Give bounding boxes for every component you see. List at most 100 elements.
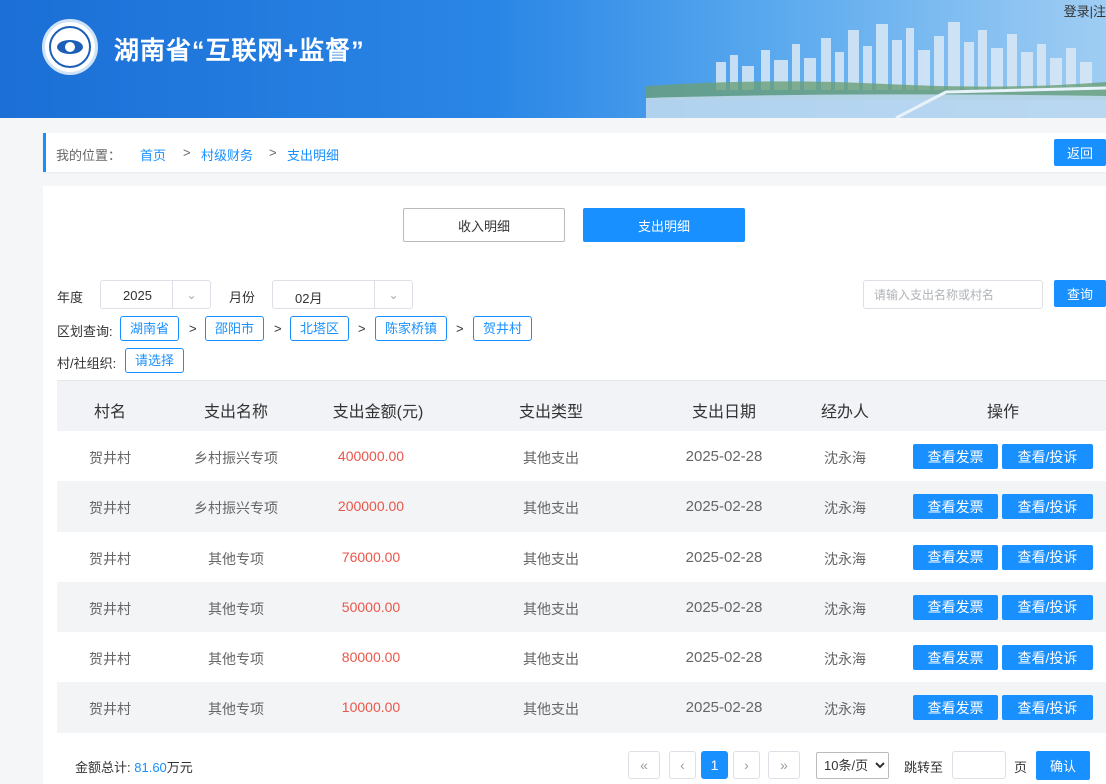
page-unit-label: 页 — [1014, 760, 1028, 775]
org-label: 村/社组织: — [57, 356, 117, 371]
eye-icon — [57, 40, 83, 54]
cell-date: 2025-02-28 — [685, 498, 763, 516]
next-page-button[interactable]: › — [733, 751, 760, 779]
view-complain-button[interactable]: 查看/投诉 — [1002, 544, 1093, 570]
view-invoice-button[interactable]: 查看发票 — [913, 444, 998, 469]
last-page-button[interactable]: » — [768, 751, 800, 779]
table-row: 贺井村 其他专项 50000.00 其他支出 2025-02-28 沈永海 查看… — [57, 581, 1106, 633]
cell-type: 其他支出 — [523, 651, 579, 668]
cell-village: 贺井村 — [89, 600, 131, 617]
cell-handler: 沈永海 — [824, 550, 866, 567]
page-size-select[interactable]: 10条/页 — [816, 752, 889, 779]
cell-village: 贺井村 — [89, 500, 131, 517]
search-input[interactable] — [863, 280, 1043, 309]
back-button[interactable]: 返回 — [1054, 139, 1106, 166]
cell-village: 贺井村 — [89, 550, 131, 567]
view-invoice-button[interactable]: 查看发票 — [913, 544, 998, 570]
region-city[interactable]: 邵阳市 — [205, 316, 265, 341]
confirm-jump-button[interactable]: 确认 — [1036, 751, 1090, 780]
year-value: 2025 — [123, 288, 152, 303]
chevron-down-icon: ⌄ — [172, 281, 210, 308]
breadcrumb-expense-detail[interactable]: 支出明细 — [287, 145, 339, 164]
view-complain-button[interactable]: 查看/投诉 — [1002, 494, 1093, 520]
site-header: 湖南省“互联网+监督” 登录|注 — [0, 0, 1106, 118]
cell-village: 贺井村 — [89, 701, 131, 718]
view-invoice-button[interactable]: 查看发票 — [913, 645, 998, 671]
month-select[interactable]: 02月 ⌄ — [272, 280, 413, 309]
region-separator: > — [456, 321, 464, 336]
cell-handler: 沈永海 — [824, 450, 866, 466]
first-page-button[interactable]: « — [628, 751, 660, 779]
cell-handler: 沈永海 — [824, 701, 866, 718]
expense-table: 村名 支出名称 支出金额(元) 支出类型 支出日期 经办人 操作 贺井村 乡村振… — [57, 380, 1106, 733]
chevron-down-icon: ⌄ — [374, 281, 412, 308]
region-province[interactable]: 湖南省 — [120, 316, 180, 341]
cell-type: 其他支出 — [523, 500, 579, 517]
page-1-button[interactable]: 1 — [701, 751, 728, 779]
total-label: 金额总计: — [75, 760, 131, 775]
cell-amount: 50000.00 — [341, 598, 401, 615]
view-invoice-button[interactable]: 查看发票 — [913, 594, 998, 620]
region-separator: > — [189, 321, 197, 336]
region-separator: > — [358, 321, 366, 336]
year-select[interactable]: 2025 ⌄ — [100, 280, 211, 309]
org-select-button[interactable]: 请选择 — [125, 348, 185, 373]
cell-amount: 76000.00 — [341, 548, 401, 565]
cell-type: 其他支出 — [523, 550, 579, 567]
view-complain-button[interactable]: 查看/投诉 — [1002, 444, 1093, 469]
jump-label: 跳转至 — [904, 760, 944, 775]
tab-income-detail[interactable]: 收入明细 — [403, 208, 565, 242]
region-district[interactable]: 北塔区 — [290, 316, 350, 341]
region-town[interactable]: 陈家桥镇 — [375, 316, 448, 341]
view-complain-button[interactable]: 查看/投诉 — [1002, 645, 1093, 671]
table-row: 贺井村 其他专项 10000.00 其他支出 2025-02-28 沈永海 查看… — [57, 682, 1106, 733]
view-invoice-button[interactable]: 查看发票 — [913, 695, 998, 721]
cell-amount: 200000.00 — [337, 498, 405, 515]
cell-amount: 10000.00 — [341, 699, 401, 716]
login-link[interactable]: 登录|注 — [1064, 1, 1106, 20]
breadcrumb-separator: > — [269, 145, 277, 160]
jump-page-input[interactable] — [952, 751, 1006, 779]
tab-expense-detail[interactable]: 支出明细 — [583, 208, 745, 242]
city-skyline-image — [646, 22, 1106, 118]
cell-expense-name: 其他专项 — [208, 550, 264, 567]
column-header-expense-name: 支出名称 — [203, 404, 269, 421]
view-complain-button[interactable]: 查看/投诉 — [1002, 594, 1093, 620]
breadcrumb-separator: > — [183, 145, 191, 160]
cell-date: 2025-02-28 — [685, 448, 763, 465]
month-value: 02月 — [295, 291, 323, 306]
cell-expense-name: 乡村振兴专项 — [194, 450, 278, 466]
cell-expense-name: 其他专项 — [208, 701, 264, 718]
table-row: 贺井村 其他专项 80000.00 其他支出 2025-02-28 沈永海 查看… — [57, 632, 1106, 683]
table-row: 贺井村 其他专项 76000.00 其他支出 2025-02-28 沈永海 查看… — [57, 531, 1106, 582]
cell-date: 2025-02-28 — [685, 699, 763, 717]
cell-amount: 80000.00 — [341, 649, 401, 666]
region-label: 区划查询: — [57, 324, 113, 339]
breadcrumb-home[interactable]: 首页 — [140, 145, 166, 164]
view-complain-button[interactable]: 查看/投诉 — [1002, 695, 1093, 721]
cell-village: 贺井村 — [89, 450, 131, 466]
cell-date: 2025-02-28 — [685, 598, 763, 616]
region-separator: > — [274, 321, 282, 336]
cell-expense-name: 乡村振兴专项 — [194, 500, 278, 517]
cell-handler: 沈永海 — [824, 600, 866, 617]
prev-page-button[interactable]: ‹ — [669, 751, 696, 779]
cell-expense-name: 其他专项 — [208, 651, 264, 668]
breadcrumb-village-finance[interactable]: 村级财务 — [201, 145, 253, 164]
cell-date: 2025-02-28 — [685, 548, 763, 566]
cell-type: 其他支出 — [523, 600, 579, 617]
site-logo — [42, 19, 98, 75]
breadcrumb: 我的位置： 首页 > 村级财务 > 支出明细 — [43, 133, 1106, 172]
total-value: 81.60 — [134, 760, 167, 775]
region-village[interactable]: 贺井村 — [473, 316, 533, 341]
year-label: 年度 — [57, 290, 84, 305]
site-title: 湖南省“互联网+监督” — [114, 37, 365, 65]
cell-type: 其他支出 — [523, 450, 579, 466]
view-invoice-button[interactable]: 查看发票 — [913, 494, 998, 520]
table-body: 贺井村 乡村振兴专项 400000.00 其他支出 2025-02-28 沈永海… — [57, 431, 1106, 733]
query-button[interactable]: 查询 — [1054, 280, 1106, 307]
table-row: 贺井村 乡村振兴专项 200000.00 其他支出 2025-02-28 沈永海… — [57, 481, 1106, 532]
column-header-date: 支出日期 — [691, 404, 757, 421]
column-header-handler: 经办人 — [820, 404, 870, 421]
total-unit: 万元 — [166, 760, 193, 775]
